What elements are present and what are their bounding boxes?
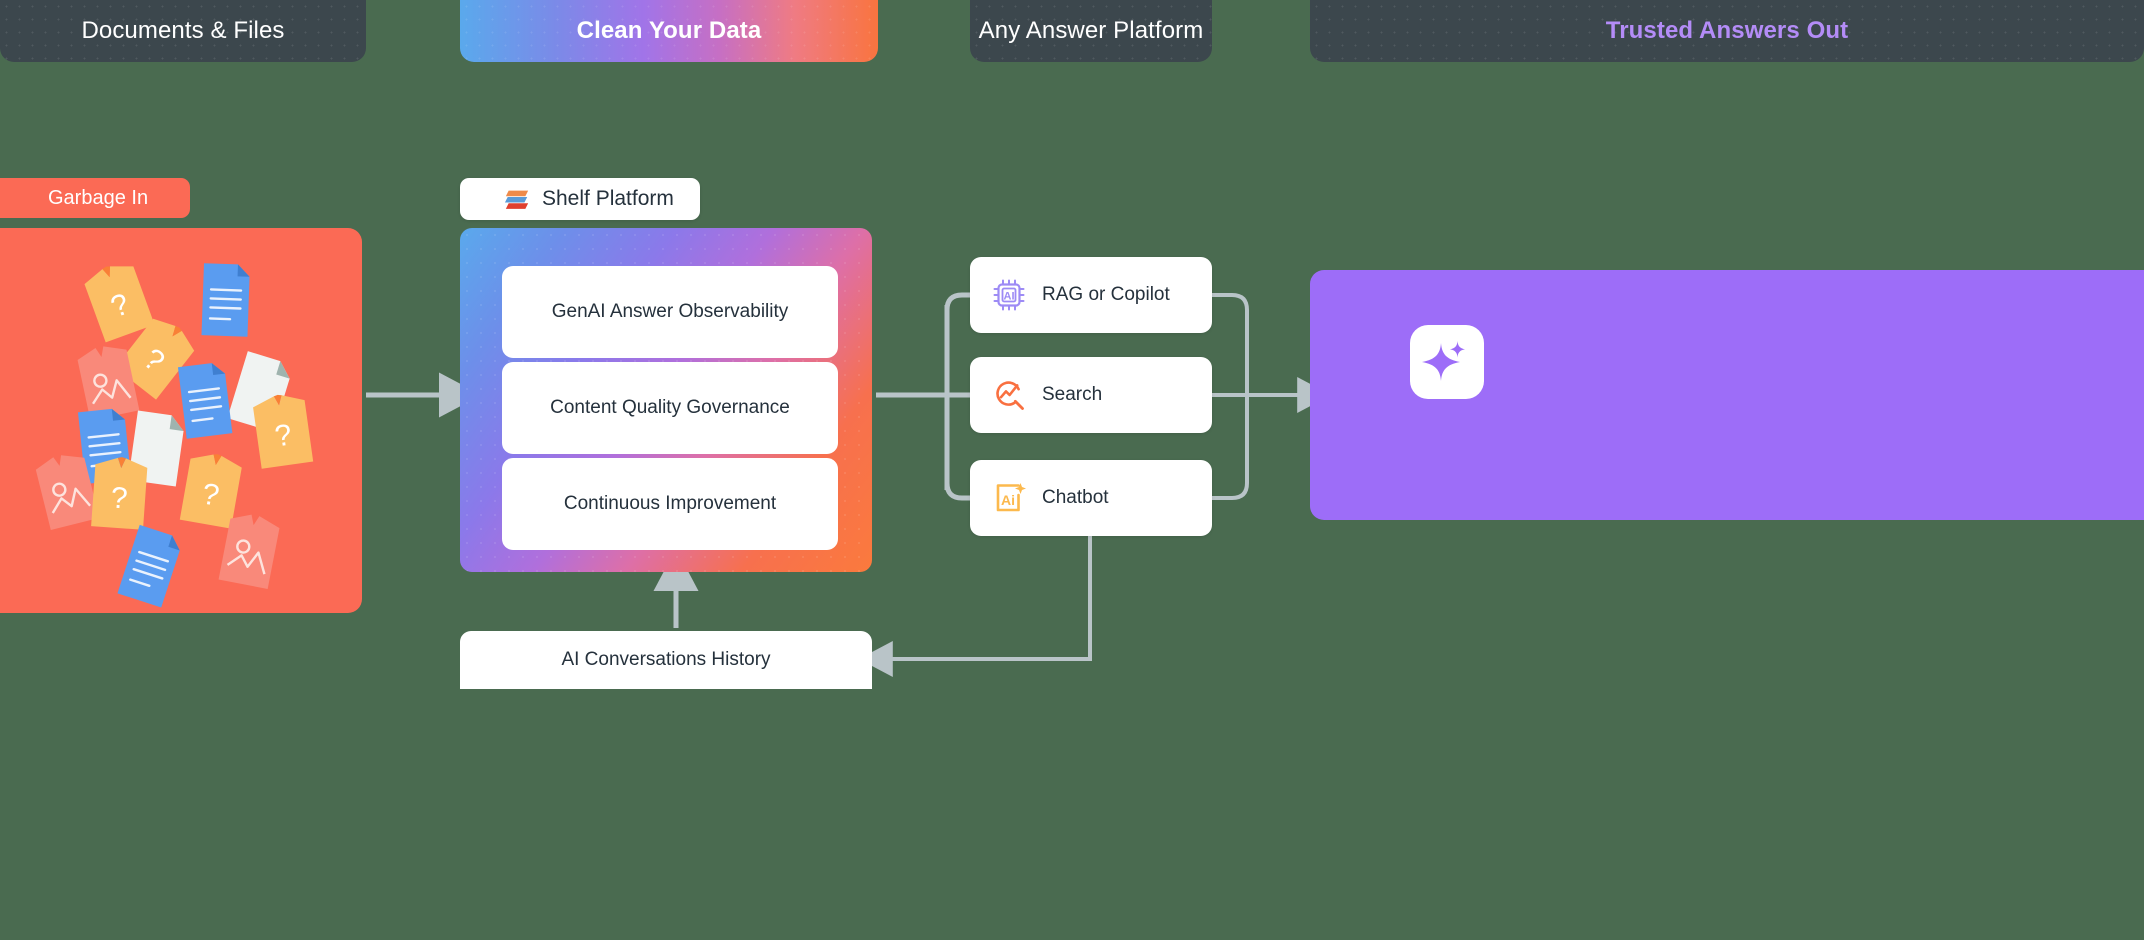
banner-documents-files: Documents & Files <box>0 0 366 62</box>
ai-sparkle-frame-icon: Ai <box>996 483 1026 512</box>
banner-any-answer-platform: Any Answer Platform <box>970 0 1212 62</box>
shelf-logo-icon <box>504 190 529 209</box>
channel-label: Search <box>1042 384 1103 405</box>
ai-conversations-history-card: AI Conversations History <box>460 631 872 689</box>
diagram-canvas: Documents & Files Clean Your Data Any An… <box>0 0 2144 940</box>
sparkle-icon <box>1422 341 1465 381</box>
trusted-answers-box <box>1310 270 2144 520</box>
ai-chip-icon: AI <box>993 279 1025 311</box>
ai-conversations-history-label: AI Conversations History <box>561 649 771 670</box>
channel-card-chatbot: Ai Chatbot <box>970 460 1212 536</box>
garbage-in-label: Garbage In <box>48 186 149 209</box>
channel-label: Chatbot <box>1042 487 1109 508</box>
connector-chatbot-out <box>1212 395 1249 500</box>
garbage-in-tag: Garbage In <box>0 178 190 218</box>
connector-rag-out <box>1212 293 1249 395</box>
shelf-platform-box: GenAI Answer Observability Content Quali… <box>460 228 872 572</box>
search-analytics-icon <box>996 381 1024 410</box>
platform-card-governance: Content Quality Governance <box>502 362 838 454</box>
svg-text:Ai: Ai <box>1001 492 1015 508</box>
banner-trusted-answers-out: Trusted Answers Out <box>1310 0 2144 62</box>
platform-card-label: GenAI Answer Observability <box>551 301 789 322</box>
sparkle-badge <box>1410 325 1484 399</box>
banner-label: Clean Your Data <box>576 17 762 44</box>
banner-clean-your-data: Clean Your Data <box>460 0 878 62</box>
shelf-platform-chip: Shelf Platform <box>460 178 700 220</box>
connector-chatbot-to-history <box>858 536 1092 677</box>
platform-card-observability: GenAI Answer Observability <box>502 266 838 358</box>
banner-label: Any Answer Platform <box>978 17 1204 44</box>
platform-card-label: Continuous Improvement <box>563 493 777 514</box>
channel-card-search: Search <box>970 357 1212 433</box>
platform-card-label: Content Quality Governance <box>550 397 790 418</box>
banner-label: Trusted Answers Out <box>1605 17 1849 44</box>
channel-card-rag-or-copilot: AI RAG or Copilot <box>970 257 1212 333</box>
platform-card-improvement: Continuous Improvement <box>502 458 838 550</box>
shelf-platform-label: Shelf Platform <box>542 187 674 210</box>
garbage-in-illustration-box: ? <box>0 228 362 613</box>
svg-text:AI: AI <box>1004 291 1015 303</box>
channel-label: RAG or Copilot <box>1042 284 1170 305</box>
scattered-documents-illustration: ? <box>32 257 314 609</box>
banner-label: Documents & Files <box>81 17 285 44</box>
